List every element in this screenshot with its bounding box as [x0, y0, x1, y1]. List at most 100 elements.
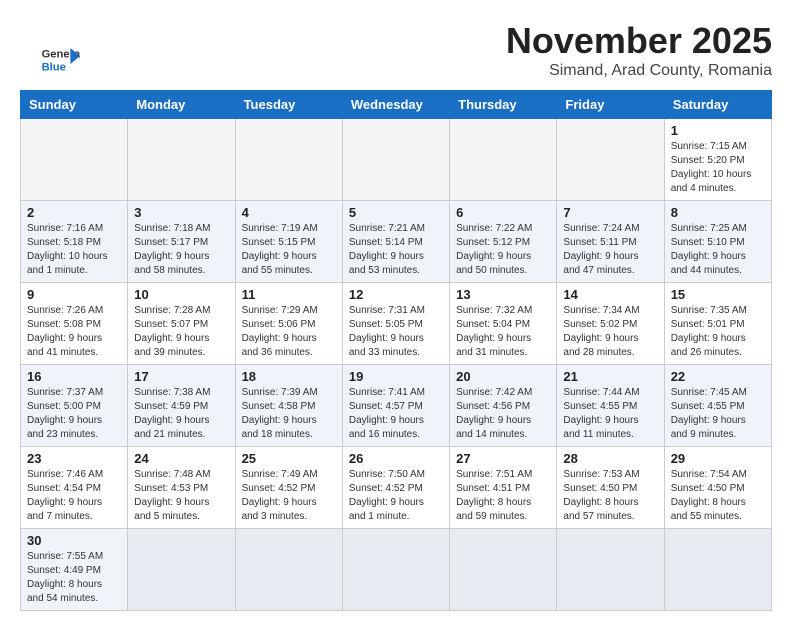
calendar-day-cell — [557, 529, 664, 611]
day-number: 5 — [349, 205, 443, 220]
day-info: Sunrise: 7:34 AM Sunset: 5:02 PM Dayligh… — [563, 304, 657, 360]
calendar-day-cell — [235, 119, 342, 201]
calendar-day-cell: 17 Sunrise: 7:38 AM Sunset: 4:59 PM Dayli… — [128, 365, 235, 447]
day-number: 13 — [456, 287, 550, 302]
calendar-day-cell: 7 Sunrise: 7:24 AM Sunset: 5:11 PM Daylig… — [557, 201, 664, 283]
calendar-header: November 2025 Simand, Arad County, Roman… — [20, 20, 772, 80]
calendar-day-cell: 14Sunrise: 7:34 AM Sunset: 5:02 PM Dayli… — [557, 283, 664, 365]
calendar-day-cell — [450, 119, 557, 201]
day-info: Sunrise: 7:39 AM Sunset: 4:58 PM Dayligh… — [242, 386, 336, 442]
day-info: Sunrise: 7:46 AM Sunset: 4:54 PM Dayligh… — [27, 468, 121, 524]
day-info: Sunrise: 7:35 AM Sunset: 5:01 PM Dayligh… — [671, 304, 765, 360]
day-number: 9 — [27, 287, 121, 302]
calendar-day-cell: 5 Sunrise: 7:21 AM Sunset: 5:14 PM Daylig… — [342, 201, 449, 283]
day-info: Sunrise: 7:44 AM Sunset: 4:55 PM Dayligh… — [563, 386, 657, 442]
day-number: 27 — [456, 451, 550, 466]
month-year-title: November 2025 — [20, 20, 772, 62]
day-number: 22 — [671, 369, 765, 384]
day-number: 23 — [27, 451, 121, 466]
day-info: Sunrise: 7:24 AM Sunset: 5:11 PM Dayligh… — [563, 222, 657, 278]
day-of-week-header: Wednesday — [342, 91, 449, 119]
day-number: 2 — [27, 205, 121, 220]
calendar-day-cell: 13 Sunrise: 7:32 AM Sunset: 5:04 PM Dayli… — [450, 283, 557, 365]
day-number: 10 — [134, 287, 228, 302]
day-info: Sunrise: 7:41 AM Sunset: 4:57 PM Dayligh… — [349, 386, 443, 442]
day-of-week-header: Friday — [557, 91, 664, 119]
day-number: 21 — [563, 369, 657, 384]
calendar-day-cell: 6 Sunrise: 7:22 AM Sunset: 5:12 PM Daylig… — [450, 201, 557, 283]
day-info: Sunrise: 7:32 AM Sunset: 5:04 PM Dayligh… — [456, 304, 550, 360]
day-number: 19 — [349, 369, 443, 384]
calendar-day-cell: 8 Sunrise: 7:25 AM Sunset: 5:10 PM Daylig… — [664, 201, 771, 283]
calendar-day-cell: 24 Sunrise: 7:48 AM Sunset: 4:53 PM Dayli… — [128, 447, 235, 529]
day-info: Sunrise: 7:45 AM Sunset: 4:55 PM Dayligh… — [671, 386, 765, 442]
day-number: 17 — [134, 369, 228, 384]
day-info: Sunrise: 7:48 AM Sunset: 4:53 PM Dayligh… — [134, 468, 228, 524]
day-info: Sunrise: 7:19 AM Sunset: 5:15 PM Dayligh… — [242, 222, 336, 278]
day-info: Sunrise: 7:16 AM Sunset: 5:18 PM Dayligh… — [27, 222, 121, 278]
day-number: 18 — [242, 369, 336, 384]
calendar-day-cell: 2 Sunrise: 7:16 AM Sunset: 5:18 PM Daylig… — [21, 201, 128, 283]
calendar-day-cell: 3 Sunrise: 7:18 AM Sunset: 5:17 PM Daylig… — [128, 201, 235, 283]
day-number: 29 — [671, 451, 765, 466]
day-number: 26 — [349, 451, 443, 466]
day-number: 3 — [134, 205, 228, 220]
day-number: 30 — [27, 533, 121, 548]
calendar-day-cell: 21 Sunrise: 7:44 AM Sunset: 4:55 PM Dayli… — [557, 365, 664, 447]
calendar-day-cell: 29 Sunrise: 7:54 AM Sunset: 4:50 PM Dayli… — [664, 447, 771, 529]
day-number: 8 — [671, 205, 765, 220]
calendar-day-cell — [128, 529, 235, 611]
day-info: Sunrise: 7:15 AM Sunset: 5:20 PM Dayligh… — [671, 140, 765, 196]
svg-text:Blue: Blue — [42, 61, 66, 73]
calendar-header-row: SundayMondayTuesdayWednesdayThursdayFrid… — [21, 91, 772, 119]
day-info: Sunrise: 7:28 AM Sunset: 5:07 PM Dayligh… — [134, 304, 228, 360]
calendar-week-row: 9 Sunrise: 7:26 AM Sunset: 5:08 PM Daylig… — [21, 283, 772, 365]
calendar-day-cell: 19 Sunrise: 7:41 AM Sunset: 4:57 PM Dayli… — [342, 365, 449, 447]
day-number: 1 — [671, 123, 765, 138]
day-info: Sunrise: 7:21 AM Sunset: 5:14 PM Dayligh… — [349, 222, 443, 278]
day-of-week-header: Tuesday — [235, 91, 342, 119]
day-number: 7 — [563, 205, 657, 220]
day-number: 24 — [134, 451, 228, 466]
day-number: 6 — [456, 205, 550, 220]
calendar-day-cell — [21, 119, 128, 201]
logo: General Blue — [40, 40, 80, 80]
location-subtitle: Simand, Arad County, Romania — [20, 62, 772, 80]
calendar-day-cell: 28Sunrise: 7:53 AM Sunset: 4:50 PM Dayli… — [557, 447, 664, 529]
calendar-day-cell: 26Sunrise: 7:50 AM Sunset: 4:52 PM Dayli… — [342, 447, 449, 529]
day-number: 16 — [27, 369, 121, 384]
calendar-day-cell — [664, 529, 771, 611]
day-of-week-header: Saturday — [664, 91, 771, 119]
calendar-week-row: 2 Sunrise: 7:16 AM Sunset: 5:18 PM Daylig… — [21, 201, 772, 283]
calendar-week-row: 23 Sunrise: 7:46 AM Sunset: 4:54 PM Dayli… — [21, 447, 772, 529]
day-info: Sunrise: 7:31 AM Sunset: 5:05 PM Dayligh… — [349, 304, 443, 360]
day-info: Sunrise: 7:18 AM Sunset: 5:17 PM Dayligh… — [134, 222, 228, 278]
day-info: Sunrise: 7:54 AM Sunset: 4:50 PM Dayligh… — [671, 468, 765, 524]
calendar-day-cell: 4 Sunrise: 7:19 AM Sunset: 5:15 PM Daylig… — [235, 201, 342, 283]
day-number: 25 — [242, 451, 336, 466]
day-info: Sunrise: 7:55 AM Sunset: 4:49 PM Dayligh… — [27, 550, 121, 606]
calendar-day-cell: 20 Sunrise: 7:42 AM Sunset: 4:56 PM Dayli… — [450, 365, 557, 447]
day-number: 4 — [242, 205, 336, 220]
calendar-day-cell — [557, 119, 664, 201]
calendar-week-row: 1 Sunrise: 7:15 AM Sunset: 5:20 PM Daylig… — [21, 119, 772, 201]
calendar-day-cell: 11Sunrise: 7:29 AM Sunset: 5:06 PM Dayli… — [235, 283, 342, 365]
day-number: 20 — [456, 369, 550, 384]
day-of-week-header: Sunday — [21, 91, 128, 119]
calendar-day-cell: 22 Sunrise: 7:45 AM Sunset: 4:55 PM Dayli… — [664, 365, 771, 447]
day-of-week-header: Monday — [128, 91, 235, 119]
day-info: Sunrise: 7:42 AM Sunset: 4:56 PM Dayligh… — [456, 386, 550, 442]
calendar-day-cell: 1 Sunrise: 7:15 AM Sunset: 5:20 PM Daylig… — [664, 119, 771, 201]
day-number: 11 — [242, 287, 336, 302]
calendar-day-cell: 16Sunrise: 7:37 AM Sunset: 5:00 PM Dayli… — [21, 365, 128, 447]
day-info: Sunrise: 7:38 AM Sunset: 4:59 PM Dayligh… — [134, 386, 228, 442]
day-number: 28 — [563, 451, 657, 466]
calendar-day-cell — [342, 529, 449, 611]
day-info: Sunrise: 7:22 AM Sunset: 5:12 PM Dayligh… — [456, 222, 550, 278]
day-info: Sunrise: 7:26 AM Sunset: 5:08 PM Dayligh… — [27, 304, 121, 360]
calendar-day-cell — [450, 529, 557, 611]
calendar-day-cell — [128, 119, 235, 201]
day-info: Sunrise: 7:25 AM Sunset: 5:10 PM Dayligh… — [671, 222, 765, 278]
day-number: 12 — [349, 287, 443, 302]
calendar-day-cell: 10 Sunrise: 7:28 AM Sunset: 5:07 PM Dayli… — [128, 283, 235, 365]
